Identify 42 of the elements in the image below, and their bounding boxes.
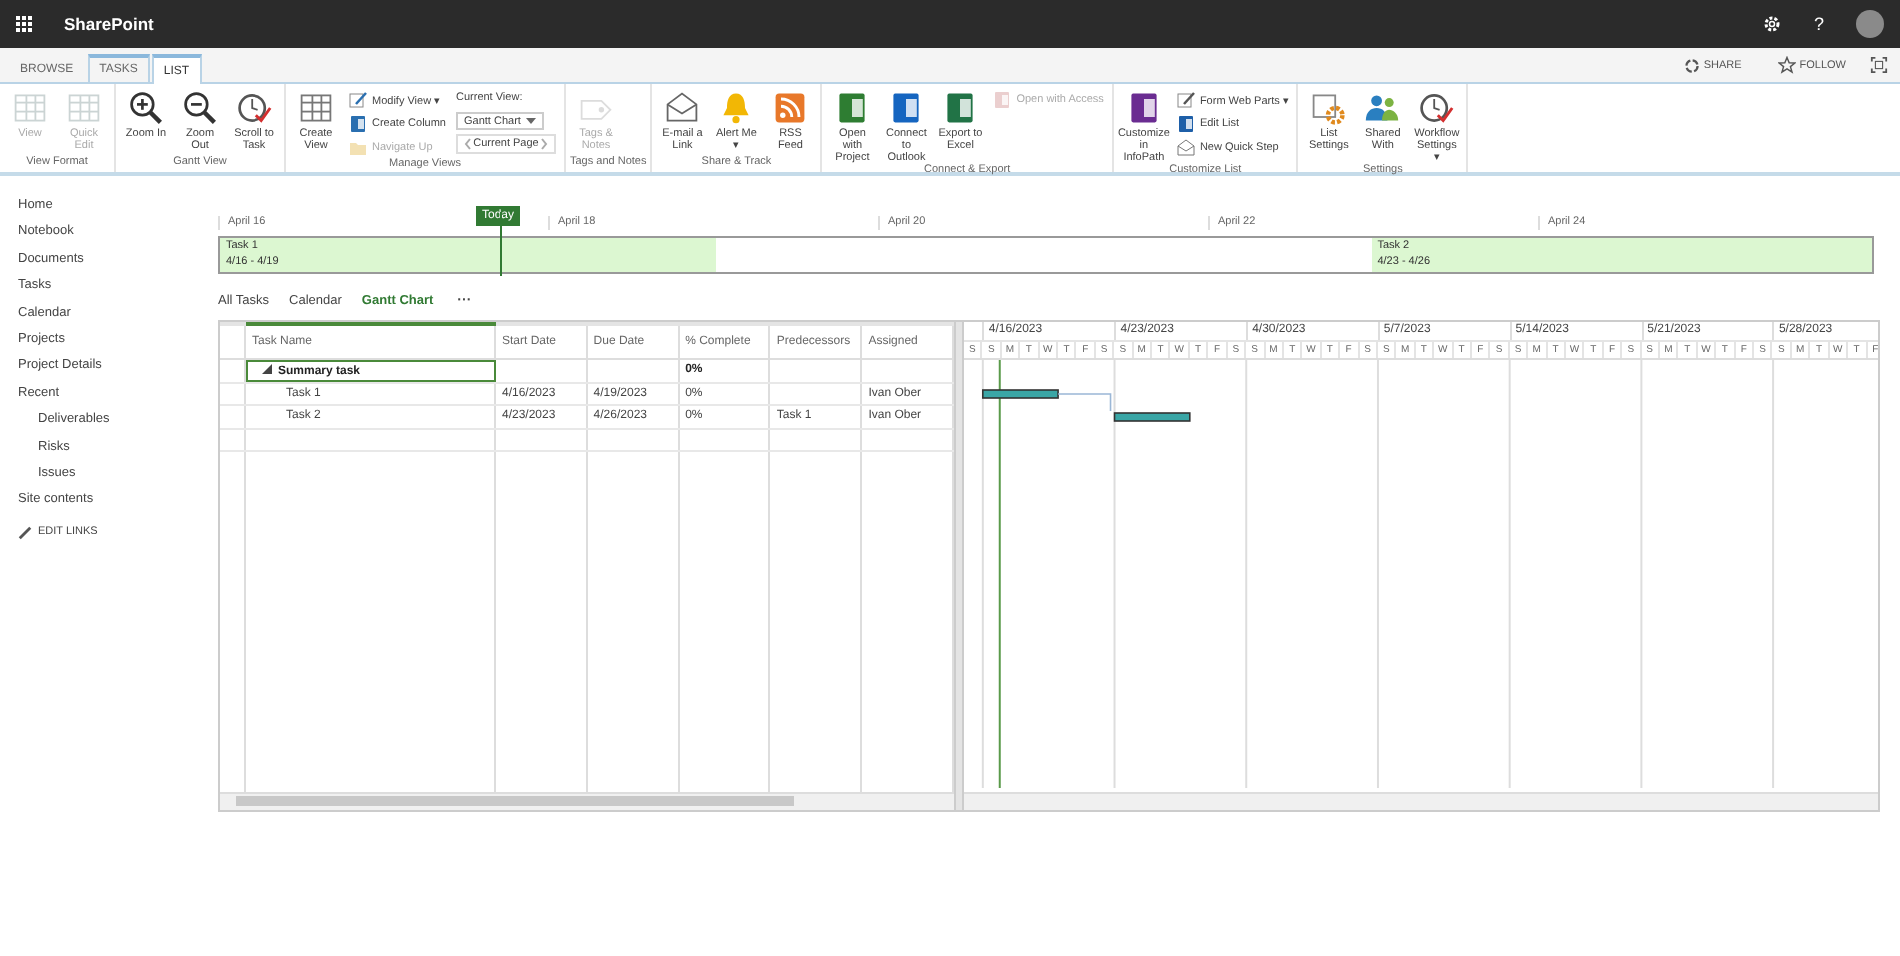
edit-list-icon	[1175, 114, 1196, 134]
outlook-tile-icon	[888, 90, 925, 126]
settings-icon[interactable]	[1761, 14, 1782, 34]
access-tile-icon	[992, 90, 1013, 110]
column-icon	[348, 114, 368, 134]
table-icon	[12, 90, 48, 126]
table-icon	[298, 90, 334, 126]
star-icon	[1777, 56, 1796, 74]
zoom-in-icon	[128, 90, 164, 126]
share-icon	[1683, 57, 1700, 73]
help-button[interactable]: ?	[1813, 14, 1824, 34]
table-cell	[495, 359, 587, 382]
table-cell	[769, 359, 862, 382]
quick-step-icon	[1175, 138, 1196, 158]
envelope-icon	[664, 90, 701, 126]
rss-icon	[772, 90, 809, 126]
caret-icon	[526, 117, 536, 125]
horizontal-scrollbar[interactable]	[964, 792, 1878, 810]
grid-icon	[66, 90, 102, 126]
app-launcher-icon[interactable]	[16, 16, 32, 32]
excel-tile-icon	[942, 90, 979, 126]
horizontal-scrollbar[interactable]	[220, 792, 954, 810]
avatar-icon[interactable]	[1856, 10, 1884, 38]
pencil-icon	[348, 90, 368, 110]
settings-icon	[1310, 90, 1347, 126]
table-cell	[769, 382, 862, 405]
pencil-icon	[18, 525, 32, 540]
app-name[interactable]: SharePoint	[64, 14, 154, 34]
focus-icon[interactable]	[1870, 56, 1888, 74]
clock-icon	[236, 90, 272, 126]
workflow-icon	[1418, 90, 1455, 126]
project-tile-icon	[834, 90, 871, 126]
collapse-icon[interactable]	[262, 363, 272, 374]
form-icon	[1175, 90, 1196, 110]
chevron-right-icon[interactable]	[540, 138, 548, 150]
people-icon	[1364, 90, 1401, 126]
zoom-out-icon	[182, 90, 218, 126]
today-line	[500, 212, 502, 276]
table-cell	[586, 359, 679, 382]
folder-icon	[348, 138, 368, 158]
infopath-tile-icon	[1125, 90, 1162, 126]
chevron-left-icon[interactable]	[464, 138, 472, 150]
